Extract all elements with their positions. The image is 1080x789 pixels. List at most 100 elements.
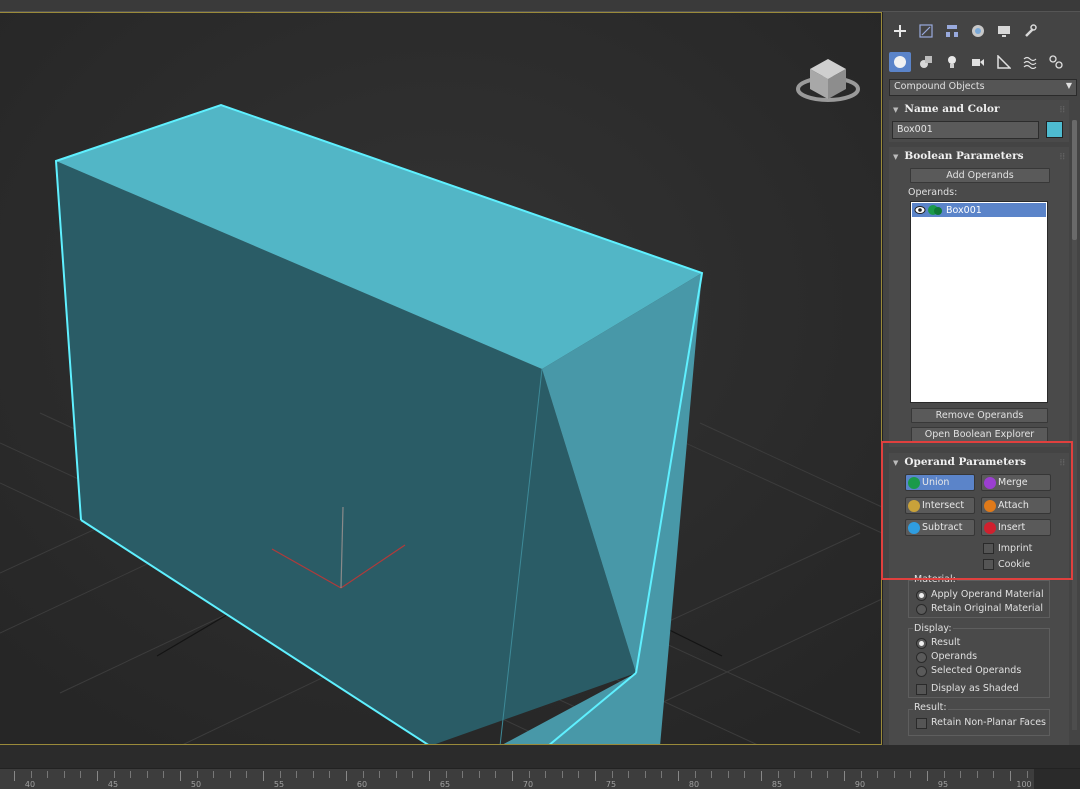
button-label: Insert (998, 522, 1026, 533)
display-operands-radio[interactable] (916, 652, 927, 663)
union-icon (908, 476, 920, 489)
timeline-tick (711, 771, 713, 778)
list-item[interactable]: Box001 (912, 203, 1046, 217)
cookie-label: Cookie (998, 559, 1031, 570)
command-panel-tabs (889, 21, 1041, 43)
display-selected-operands-radio[interactable] (916, 666, 927, 677)
create-tab[interactable] (889, 21, 911, 41)
retain-original-material-label: Retain Original Material (931, 603, 1044, 614)
timeline-label: 60 (356, 780, 368, 789)
timeline-tick (993, 771, 995, 778)
space-warps-tab[interactable] (1019, 52, 1041, 72)
motion-tab[interactable] (967, 21, 989, 41)
material-label: Material: (913, 574, 957, 585)
cookie-checkbox[interactable] (983, 559, 994, 570)
timeline-tick (1026, 771, 1028, 778)
timeline-label: 40 (24, 780, 36, 789)
display-selected-operands-label: Selected Operands (931, 665, 1022, 676)
timeline-tick (777, 771, 779, 778)
timeline-tick (960, 771, 962, 778)
top-toolbar-strip (0, 0, 1080, 12)
imprint-checkbox[interactable] (983, 543, 994, 554)
timeline-tick (412, 771, 414, 778)
cameras-tab[interactable] (967, 52, 989, 72)
timeline-tick (860, 771, 862, 778)
operands-list[interactable]: Box001 (910, 201, 1048, 403)
timeline-tick (80, 771, 82, 778)
object-name-field[interactable]: Box001 (892, 121, 1039, 139)
timeline-tick (130, 771, 132, 778)
timeline-label: 80 (688, 780, 700, 789)
object-type-dropdown[interactable]: Compound Objects ▼ (889, 79, 1077, 96)
display-operands-label: Operands (931, 651, 978, 662)
intersect-icon (908, 499, 920, 512)
timeline-tick (395, 771, 397, 778)
time-slider-track[interactable]: 40 45 50 55 60 65 70 75 80 85 90 95 100 (0, 768, 1080, 789)
subtract-icon (908, 521, 920, 534)
apply-operand-material-radio[interactable] (916, 590, 927, 601)
timeline-tick (512, 771, 513, 781)
retain-original-material-radio[interactable] (916, 604, 927, 615)
helpers-tab[interactable] (993, 52, 1015, 72)
boolean-parameters-header[interactable]: ▼ Boolean Parameters ⁞⁞ (889, 147, 1069, 165)
operand-parameters-header[interactable]: ▼ Operand Parameters ⁞⁞ (889, 453, 1069, 471)
utilities-tab[interactable] (1019, 21, 1041, 41)
display-result-radio[interactable] (916, 638, 927, 649)
display-tab[interactable] (993, 21, 1015, 41)
perspective-viewport[interactable] (0, 12, 882, 745)
modify-tab[interactable] (915, 21, 937, 41)
panel-scrollbar-thumb[interactable] (1072, 120, 1077, 240)
create-category-tabs (889, 52, 1067, 74)
timeline-tick (744, 771, 746, 778)
timeline-tick (346, 771, 347, 781)
dropdown-arrow-icon: ▼ (1065, 81, 1072, 90)
add-operands-button[interactable]: Add Operands (910, 168, 1050, 183)
lights-tab[interactable] (941, 52, 963, 72)
hierarchy-icon (946, 25, 958, 37)
timeline-tick (246, 771, 248, 778)
attach-button[interactable]: Attach (981, 497, 1051, 514)
command-panel: Compound Objects ▼ ▼ Name and Color ⁞⁞ B… (882, 12, 1080, 745)
collapse-triangle-icon: ▼ (893, 104, 899, 114)
open-boolean-explorer-button[interactable]: Open Boolean Explorer (911, 427, 1048, 442)
button-label: Union (922, 477, 950, 488)
systems-tab[interactable] (1045, 52, 1067, 72)
timeline-label: 90 (854, 780, 866, 789)
subtract-button[interactable]: Subtract (905, 519, 975, 536)
grip-icon: ⁞⁞ (1059, 457, 1065, 467)
intersect-button[interactable]: Intersect (905, 497, 975, 514)
timeline-tick (213, 771, 215, 778)
timeline-tick (910, 771, 912, 778)
insert-button[interactable]: Insert (981, 519, 1051, 536)
timeline-tick (678, 771, 679, 781)
remove-operands-button[interactable]: Remove Operands (911, 408, 1048, 423)
timeline-label: 50 (190, 780, 202, 789)
timeline-tick (263, 771, 264, 781)
shapes-tab[interactable] (915, 52, 937, 72)
timeline-tick (329, 771, 331, 778)
timeline-tick (146, 771, 148, 778)
timeline-tick (445, 771, 447, 778)
button-label: Intersect (922, 500, 965, 511)
merge-icon (984, 476, 996, 489)
wave-icon (1023, 56, 1037, 69)
grip-icon: ⁞⁞ (1059, 151, 1065, 161)
geometry-tab[interactable] (889, 52, 911, 72)
sphere-icon (894, 56, 906, 68)
timeline-tick (694, 771, 696, 778)
timeline-tick (180, 771, 181, 781)
motion-icon (972, 25, 984, 37)
timeline-tick (661, 771, 663, 778)
attach-icon (984, 499, 996, 512)
timeline-tick (312, 771, 314, 778)
retain-non-planar-faces-checkbox[interactable] (916, 718, 927, 729)
timeline-tick (644, 771, 646, 778)
collapse-triangle-icon: ▼ (893, 151, 899, 161)
merge-button[interactable]: Merge (981, 474, 1051, 491)
status-band (0, 745, 1080, 768)
display-as-shaded-checkbox[interactable] (916, 684, 927, 695)
hierarchy-tab[interactable] (941, 21, 963, 41)
object-color-swatch[interactable] (1046, 121, 1063, 138)
union-button[interactable]: Union (905, 474, 975, 491)
name-and-color-header[interactable]: ▼ Name and Color ⁞⁞ (889, 100, 1069, 118)
